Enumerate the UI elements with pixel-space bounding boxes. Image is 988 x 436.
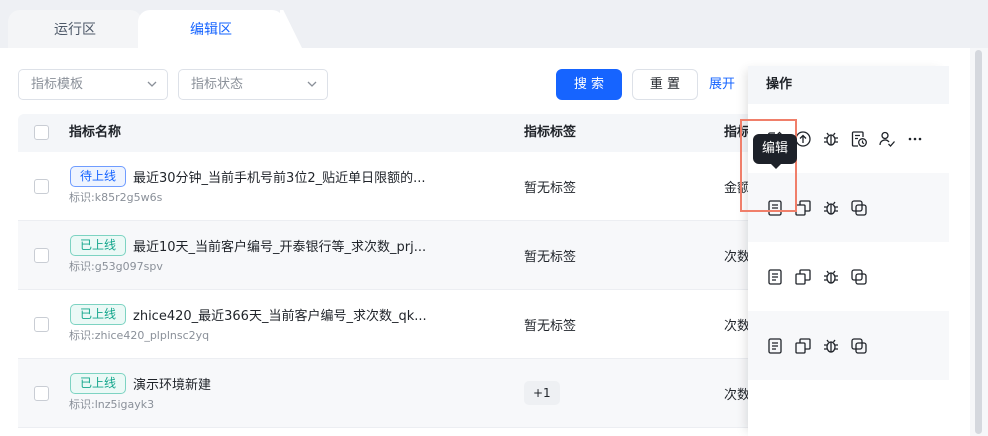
- indicator-id: 标识:g53g097spv: [69, 260, 163, 273]
- indicator-name[interactable]: zhice420_最近366天_当前客户编号_求次数_qk...: [133, 305, 427, 324]
- row-checkbox[interactable]: [34, 317, 49, 332]
- document-icon[interactable]: [766, 337, 784, 355]
- duplicate-icon[interactable]: [850, 337, 868, 355]
- row-operations: [748, 311, 949, 380]
- header-name: 指标名称: [69, 125, 122, 140]
- status-select-placeholder: 指标状态: [191, 77, 244, 92]
- indicator-id: 标识:zhice420_plplnsc2yq: [69, 329, 210, 342]
- select-all-checkbox[interactable]: [34, 125, 49, 140]
- debug-icon[interactable]: [822, 199, 840, 217]
- row-checkbox[interactable]: [34, 179, 49, 194]
- copy-icon[interactable]: [794, 268, 812, 286]
- tab-bar: 运行区 编辑区: [0, 0, 988, 48]
- indicator-type: 次数: [724, 250, 751, 265]
- row-checkbox[interactable]: [34, 386, 49, 401]
- indicator-name[interactable]: 最近30分钟_当前手机号前3位2_贴近单日限额的...: [133, 167, 425, 186]
- indicator-name[interactable]: 演示环境新建: [133, 374, 211, 393]
- more-icon[interactable]: [906, 130, 924, 148]
- approve-user-icon[interactable]: [878, 130, 896, 148]
- indicator-type: 次数: [724, 388, 751, 403]
- tag-count-chip[interactable]: +1: [524, 381, 560, 405]
- header-ops: 操作: [748, 66, 949, 104]
- debug-icon[interactable]: [822, 337, 840, 355]
- edit-tooltip: 编辑: [753, 134, 797, 169]
- indicator-name[interactable]: 最近10天_当前客户编号_开泰银行等_求次数_prj...: [133, 236, 426, 255]
- template-select-placeholder: 指标模板: [31, 77, 84, 92]
- search-button[interactable]: 搜 索: [556, 69, 622, 100]
- tab-edit-area[interactable]: 编辑区: [138, 10, 284, 48]
- header-tag: 指标标签: [524, 125, 577, 140]
- reset-button[interactable]: 重 置: [632, 69, 698, 100]
- chevron-down-icon: [307, 81, 317, 87]
- indicator-tag: 暂无标签: [524, 181, 577, 196]
- debug-icon[interactable]: [822, 130, 840, 148]
- status-badge: 待上线: [70, 166, 127, 187]
- copy-icon[interactable]: [794, 337, 812, 355]
- row-operations: [748, 242, 949, 311]
- expand-link[interactable]: 展开: [709, 69, 735, 100]
- highlight-box: [740, 119, 797, 212]
- history-icon[interactable]: [850, 130, 868, 148]
- document-icon[interactable]: [766, 268, 784, 286]
- status-select[interactable]: 指标状态: [178, 69, 328, 100]
- status-badge: 已上线: [70, 235, 127, 256]
- indicator-id: 标识:lnz5igayk3: [69, 398, 155, 411]
- indicator-tag: 暂无标签: [524, 250, 577, 265]
- indicator-id: 标识:k85r2g5w6s: [69, 191, 163, 204]
- row-checkbox[interactable]: [34, 248, 49, 263]
- chevron-down-icon: [147, 81, 157, 87]
- status-badge: 已上线: [70, 373, 127, 394]
- debug-icon[interactable]: [822, 268, 840, 286]
- duplicate-icon[interactable]: [850, 268, 868, 286]
- scrollbar-thumb[interactable]: [975, 50, 982, 434]
- scrollbar[interactable]: [970, 48, 988, 436]
- template-select[interactable]: 指标模板: [18, 69, 168, 100]
- status-badge: 已上线: [70, 304, 127, 325]
- indicator-tag: 暂无标签: [524, 319, 577, 334]
- tab-run-area[interactable]: 运行区: [8, 10, 142, 48]
- duplicate-icon[interactable]: [850, 199, 868, 217]
- indicator-type: 次数: [724, 319, 751, 334]
